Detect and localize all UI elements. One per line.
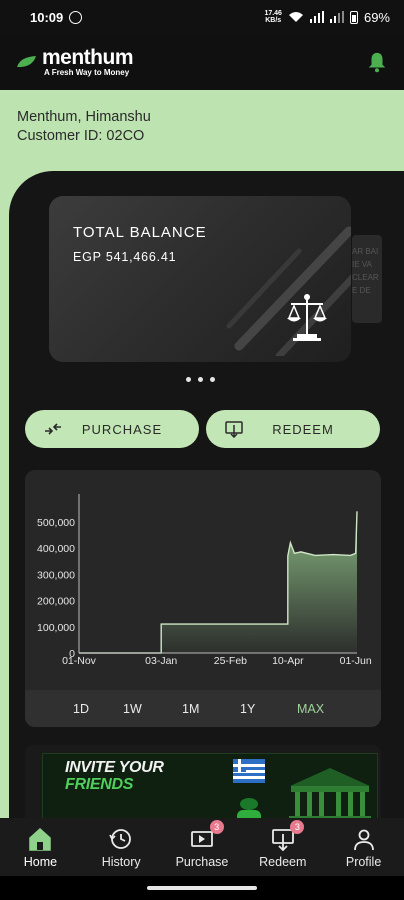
y-tick-label: 300,000 [37, 569, 75, 581]
x-tick-label: 10-Apr [272, 655, 304, 667]
user-name: Menthum, Himanshu [17, 109, 151, 125]
promo-panel: INVITE YOUR FRIENDS [42, 753, 378, 825]
status-bar: 10:09 17.46 KB/s 69% [0, 0, 404, 34]
notification-badge: 3 [290, 820, 305, 834]
home-icon [29, 827, 52, 851]
nav-item-history[interactable]: History [81, 818, 162, 876]
app-header: menthum A Fresh Way to Money [0, 34, 404, 90]
range-option-1w[interactable]: 1W [123, 702, 142, 716]
customer-id: Customer ID: 02CO [17, 128, 145, 144]
next-card-text: IE VA [352, 260, 372, 269]
brand-tagline: A Fresh Way to Money [44, 67, 130, 77]
profile-icon [353, 829, 374, 851]
nav-label: Profile [345, 855, 382, 869]
x-tick-label: 01-Nov [62, 655, 97, 667]
bottom-navigation: Home History Purchase 3 Redeem 3 Profile [0, 818, 404, 876]
user-info: Menthum, Himanshu Customer ID: 02CO [17, 108, 151, 146]
signal-icon [309, 11, 324, 23]
wifi-icon [288, 12, 303, 22]
nav-item-redeem[interactable]: Redeem 3 [242, 818, 323, 876]
carousel-dot[interactable] [198, 377, 203, 382]
range-option-1m[interactable]: 1M [182, 702, 199, 716]
y-tick-label: 100,000 [37, 622, 75, 634]
x-tick-label: 03-Jan [145, 655, 177, 667]
whatsapp-icon [69, 10, 83, 24]
next-card-peek[interactable]: AR BAI IE VA CLEAR E DE [352, 235, 382, 323]
portfolio-chart-card: 500,000 400,000 300,000 200,000 100,000 0 01-N… [25, 470, 381, 727]
brand-name: menthum [42, 45, 134, 69]
nav-label: Purchase [175, 855, 229, 869]
invite-subtitle: FRIENDS [65, 776, 134, 793]
y-tick-label: 400,000 [37, 543, 75, 555]
home-gesture-bar[interactable] [147, 886, 257, 890]
invite-title: INVITE YOUR [65, 759, 164, 776]
scale-icon [287, 294, 327, 341]
range-option-max[interactable]: MAX [297, 702, 324, 716]
next-card-text: CLEAR [352, 273, 379, 282]
brand-logo: menthum A Fresh Way to Money [16, 45, 134, 77]
balance-amount: EGP 541,466.41 [73, 250, 177, 264]
nav-label: Redeem [259, 855, 307, 869]
invite-friends-banner[interactable]: INVITE YOUR FRIENDS [25, 745, 381, 825]
next-card-text: AR BAI [352, 247, 379, 256]
balance-title: TOTAL BALANCE [73, 224, 207, 241]
status-right: 17.46 KB/s 69% [264, 10, 390, 25]
network-speed: 17.46 KB/s [264, 10, 282, 24]
nav-item-purchase[interactable]: Purchase 3 [162, 818, 243, 876]
redeem-button[interactable]: REDEEM [206, 410, 380, 448]
status-time: 10:09 [30, 9, 64, 25]
signal-icon-2 [329, 11, 344, 23]
nav-label: Home [23, 855, 58, 869]
x-tick-label: 25-Feb [214, 655, 247, 667]
battery-icon [349, 10, 358, 24]
carousel-dot[interactable] [210, 377, 215, 382]
purchase-button[interactable]: PURCHASE [25, 410, 199, 448]
notification-badge: 3 [209, 820, 224, 834]
leaf-icon [17, 56, 36, 67]
range-option-1d[interactable]: 1D [73, 702, 89, 716]
portfolio-chart[interactable]: 500,000400,000300,000200,000100,000001-N… [25, 470, 381, 690]
y-tick-label: 500,000 [37, 517, 75, 529]
next-card-text: E DE [352, 286, 371, 295]
nav-item-home[interactable]: Home [0, 818, 81, 876]
time-range-selector: 1D 1W 1M 1Y MAX [25, 690, 381, 727]
battery-level: 69% [363, 9, 390, 25]
nav-label: History [101, 855, 141, 869]
redeem-icon [225, 421, 243, 438]
chart-area-fill [79, 511, 357, 653]
carousel-indicator[interactable] [186, 377, 215, 382]
x-tick-label: 01-Jun [340, 655, 372, 667]
nav-item-profile[interactable]: Profile [323, 818, 404, 876]
total-balance-card[interactable]: TOTAL BALANCE EGP 541,466.41 [49, 196, 351, 362]
greece-flag-icon [233, 759, 265, 783]
carousel-dot[interactable] [186, 377, 191, 382]
y-tick-label: 200,000 [37, 596, 75, 608]
history-icon [109, 829, 132, 849]
bank-building-icon [289, 768, 371, 822]
bell-icon[interactable] [366, 51, 388, 73]
transfer-arrows-icon [45, 423, 61, 435]
range-option-1y[interactable]: 1Y [240, 702, 255, 716]
